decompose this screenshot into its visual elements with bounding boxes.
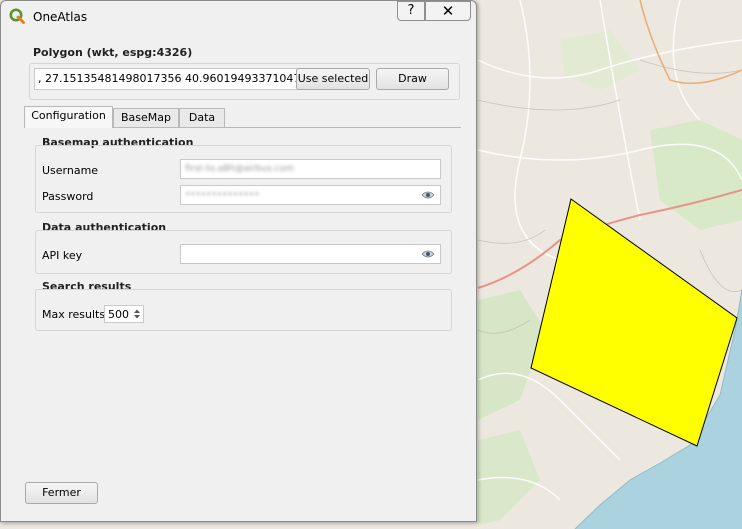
spin-arrows-icon[interactable] (132, 307, 142, 321)
api-key-field[interactable] (180, 244, 441, 264)
wkt-input[interactable]: , 27.15135481498017356 40.96019493371047… (34, 68, 298, 90)
title-bar: OneAtlas ? ✕ (1, 1, 476, 31)
draw-button[interactable]: Draw (376, 68, 449, 90)
tab-bar-divider (113, 127, 461, 128)
api-key-label: API key (42, 249, 83, 262)
tab-bar: Configuration BaseMap Data (24, 106, 461, 128)
password-field[interactable]: •••••••••••••• (180, 185, 441, 205)
max-results-label: Max results (42, 308, 106, 321)
show-api-key-eye-icon[interactable] (421, 249, 435, 259)
password-label: Password (42, 190, 94, 203)
tab-basemap[interactable]: BaseMap (113, 108, 179, 128)
dialog-body: Polygon (wkt, espg:4326) , 27.1513548149… (9, 31, 468, 515)
max-results-value: 500 (108, 308, 129, 321)
max-results-spinbox[interactable]: 500 (104, 305, 144, 323)
fermer-button[interactable]: Fermer (25, 482, 98, 504)
password-value: •••••••••••••• (185, 190, 260, 200)
use-selected-button[interactable]: Use selected (296, 68, 370, 90)
polygon-group-label: Polygon (wkt, espg:4326) (33, 46, 193, 59)
wkt-input-value: , 27.15135481498017356 40.96019493371047… (38, 72, 298, 85)
username-value: first-to.aBh@airbus.com (185, 164, 294, 174)
tab-data[interactable]: Data (179, 108, 225, 128)
show-password-eye-icon[interactable] (421, 190, 435, 200)
username-label: Username (42, 164, 99, 177)
help-button[interactable]: ? (397, 1, 425, 21)
oneatlas-dialog: OneAtlas ? ✕ Polygon (wkt, espg:4326) , … (0, 0, 477, 522)
tab-configuration[interactable]: Configuration (24, 106, 113, 128)
qgis-logo-icon (9, 8, 25, 24)
username-field[interactable]: first-to.aBh@airbus.com (180, 159, 441, 179)
window-close-button[interactable]: ✕ (425, 1, 471, 21)
window-title: OneAtlas (33, 10, 88, 24)
